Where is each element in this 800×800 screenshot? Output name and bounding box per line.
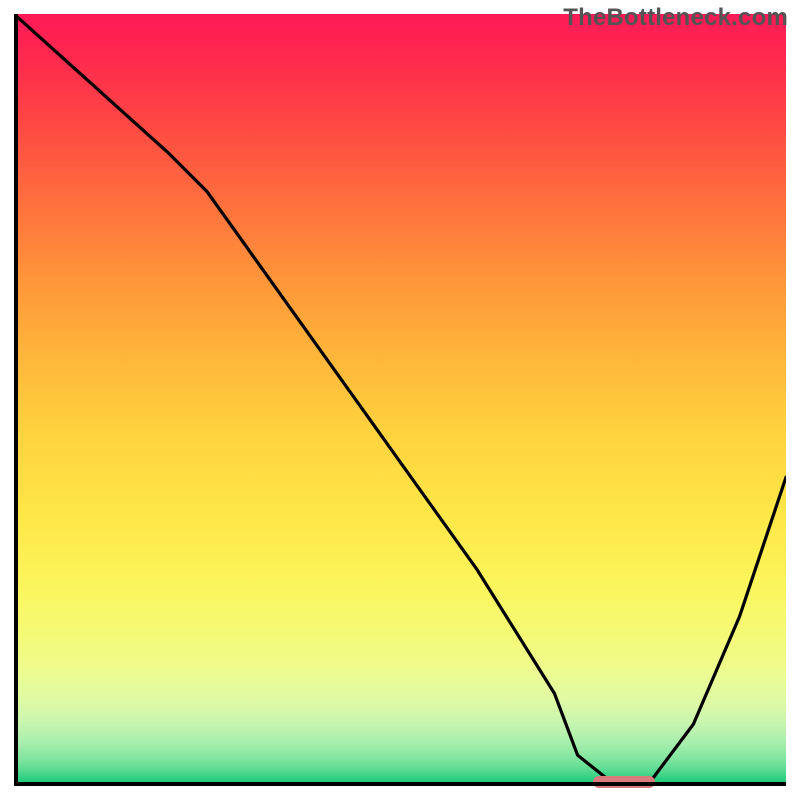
chart-plot-area: [14, 14, 786, 786]
optimal-range-marker: [593, 776, 655, 788]
bottleneck-curve: [14, 14, 786, 786]
watermark-text: TheBottleneck.com: [563, 4, 788, 32]
